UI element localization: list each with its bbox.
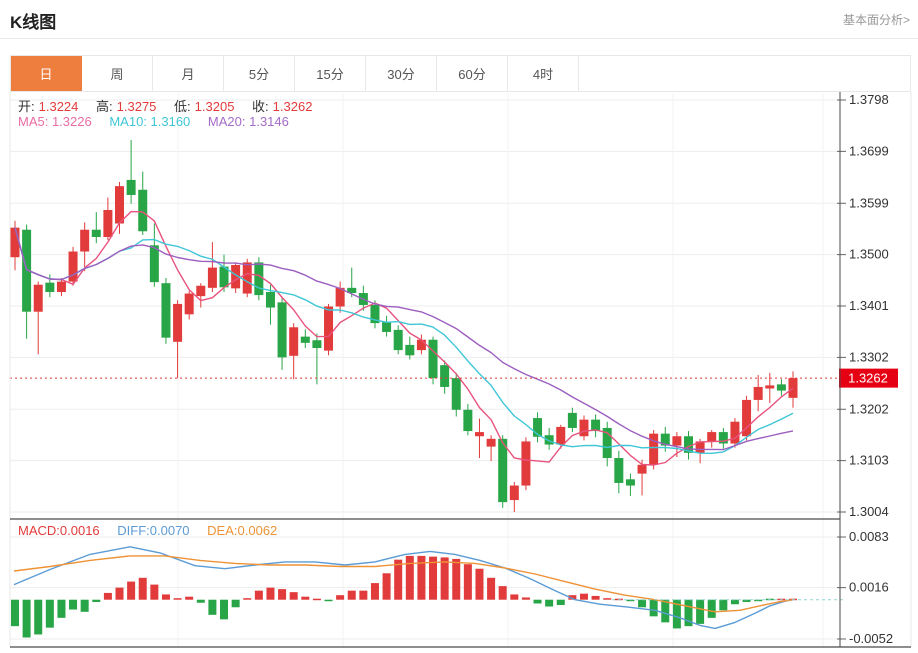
ma-bar: MA5: 1.3226 MA10: 1.3160 MA20: 1.3146 bbox=[18, 114, 293, 129]
svg-text:1.3302: 1.3302 bbox=[849, 349, 889, 364]
kline-app: K线图 基本面分析> 日 周 月 5分 15分 30分 60分 4时 1.379… bbox=[0, 0, 918, 653]
ma10-value: MA10: 1.3160 bbox=[109, 114, 190, 129]
dea-value: DEA:0.0062 bbox=[207, 523, 277, 538]
low-value: 1.3205 bbox=[195, 99, 235, 114]
svg-text:0.0016: 0.0016 bbox=[849, 580, 889, 595]
open-label: 开: bbox=[18, 99, 35, 114]
ma5-value: MA5: 1.3226 bbox=[18, 114, 92, 129]
open-value: 1.3224 bbox=[39, 99, 79, 114]
high-label: 高: bbox=[96, 99, 113, 114]
svg-text:1.3699: 1.3699 bbox=[849, 143, 889, 158]
macd-bar: MACD:0.0016 DIFF:0.0070 DEA:0.0062 bbox=[18, 523, 281, 538]
svg-text:0.0083: 0.0083 bbox=[849, 529, 889, 544]
macd-value: MACD:0.0016 bbox=[18, 523, 100, 538]
ma20-value: MA20: 1.3146 bbox=[208, 114, 289, 129]
low-label: 低: bbox=[174, 99, 191, 114]
close-value: 1.3262 bbox=[273, 99, 313, 114]
high-value: 1.3275 bbox=[117, 99, 157, 114]
svg-text:-0.0052: -0.0052 bbox=[849, 631, 893, 646]
svg-text:1.3202: 1.3202 bbox=[849, 401, 889, 416]
svg-text:1.3798: 1.3798 bbox=[849, 92, 889, 107]
svg-text:1.3262: 1.3262 bbox=[848, 371, 888, 386]
diff-value: DIFF:0.0070 bbox=[117, 523, 189, 538]
svg-text:1.3004: 1.3004 bbox=[849, 504, 889, 519]
close-label: 收: bbox=[252, 99, 269, 114]
svg-text:1.3103: 1.3103 bbox=[849, 453, 889, 468]
svg-text:1.3500: 1.3500 bbox=[849, 247, 889, 262]
ohlc-bar: 开: 1.3224 高: 1.3275 低: 1.3205 收: 1.3262 bbox=[18, 96, 316, 115]
svg-text:1.3401: 1.3401 bbox=[849, 298, 889, 313]
svg-text:1.3599: 1.3599 bbox=[849, 195, 889, 210]
